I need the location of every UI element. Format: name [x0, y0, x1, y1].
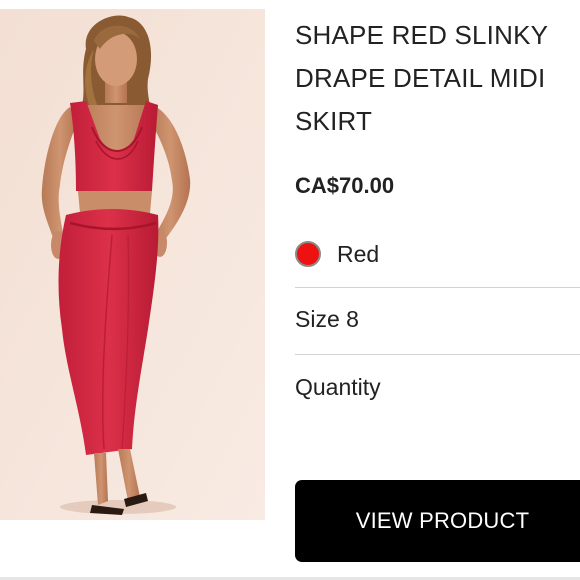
product-image[interactable] [0, 9, 265, 520]
size-option[interactable]: Size 8 [295, 306, 359, 333]
quantity-label: Quantity [295, 374, 381, 400]
color-label: Red [337, 240, 380, 267]
color-option[interactable]: Red [295, 236, 379, 272]
divider [295, 354, 580, 355]
divider [295, 287, 580, 288]
product-card: SHAPE RED SLINKY DRAPE DETAIL MIDI SKIRT… [0, 0, 580, 580]
view-product-button[interactable]: VIEW PRODUCT [295, 480, 580, 562]
color-swatch[interactable] [295, 241, 321, 267]
product-title: SHAPE RED SLINKY DRAPE DETAIL MIDI SKIRT [295, 20, 548, 136]
product-details: SHAPE RED SLINKY DRAPE DETAIL MIDI SKIRT… [295, 0, 580, 580]
product-price: CA$70.00 [295, 173, 395, 198]
model-photo-graphic [0, 9, 265, 520]
